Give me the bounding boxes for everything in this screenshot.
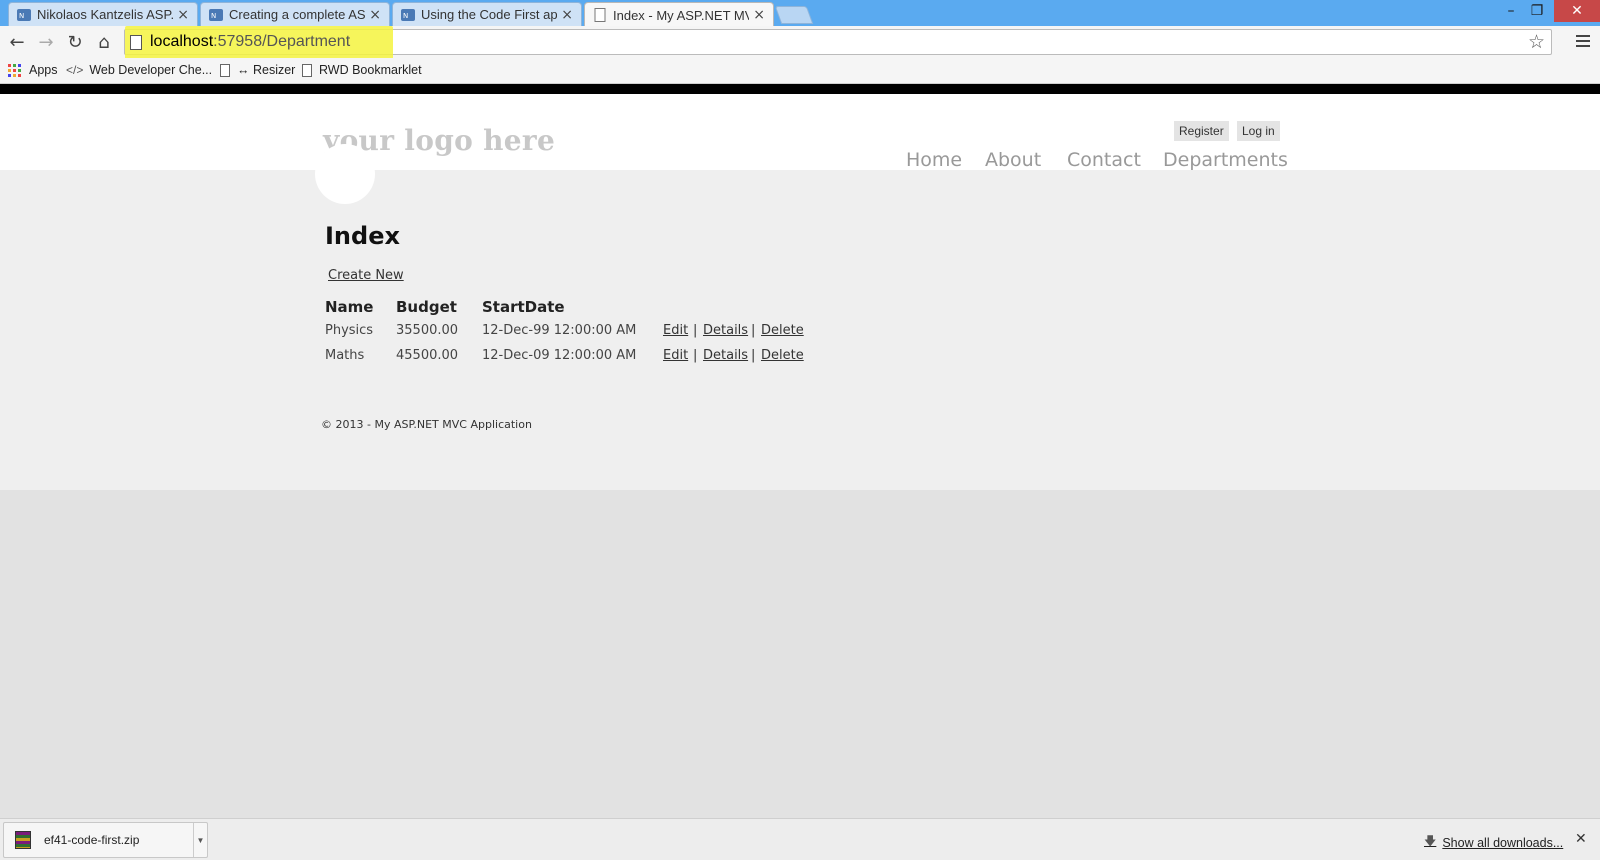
delete-link[interactable]: Delete	[761, 348, 804, 363]
column-header-startdate: StartDate	[482, 298, 565, 316]
bookmark-label: Web Developer Che...	[89, 63, 213, 77]
browser-titlebar: N Nikolaos Kantzelis ASP.Ne × N Creating…	[0, 0, 1600, 27]
bookmark-label: RWD Bookmarklet	[319, 63, 422, 77]
bookmark-label: ↔ Resizer	[237, 63, 296, 77]
forward-arrow-icon[interactable]: →	[34, 30, 58, 54]
tab-close-icon[interactable]: ×	[753, 7, 765, 23]
download-bar: ef41-code-first.zip ▼ 🡇 Show all downloa…	[0, 818, 1600, 860]
aspnet-favicon-icon: N	[401, 8, 415, 21]
svg-text:N: N	[403, 12, 408, 20]
page-top-stripe	[0, 84, 1600, 94]
cell-name: Maths	[325, 348, 365, 363]
tab-label: Using the Code First appro	[421, 7, 558, 22]
nav-about[interactable]: About	[985, 149, 1041, 171]
tab-close-icon[interactable]: ×	[177, 7, 189, 23]
bookmarks-bar: Apps </> Web Developer Che... ↔ Resizer …	[0, 58, 1600, 84]
create-new-link[interactable]: Create New	[328, 268, 404, 283]
tab-label: Creating a complete ASP.N	[229, 7, 366, 22]
edit-link[interactable]: Edit	[663, 323, 688, 338]
separator: |	[693, 323, 698, 338]
page-icon	[302, 63, 312, 77]
nav-home[interactable]: Home	[906, 149, 962, 171]
bookmark-apps[interactable]: Apps	[8, 63, 58, 77]
separator: |	[693, 348, 698, 363]
nav-departments[interactable]: Departments	[1163, 149, 1288, 171]
register-link[interactable]: Register	[1174, 121, 1229, 141]
page-title: Index	[325, 222, 400, 250]
cell-startdate: 12-Dec-99 12:00:00 AM	[482, 323, 637, 338]
address-text: localhost:57958/Department	[150, 33, 350, 51]
download-filename: ef41-code-first.zip	[44, 833, 140, 847]
web-page: your logo here Register Log in Home Abou…	[0, 84, 1600, 818]
bookmark-rwd[interactable]: RWD Bookmarklet	[302, 63, 422, 77]
login-link[interactable]: Log in	[1237, 121, 1280, 141]
bookmark-web-developer[interactable]: </> Web Developer Che...	[66, 63, 212, 77]
reload-icon[interactable]: ↻	[63, 30, 87, 54]
code-icon: </>	[66, 63, 84, 77]
address-bar[interactable]: localhost:57958/Department ☆	[124, 26, 1552, 62]
details-link[interactable]: Details	[703, 323, 748, 338]
tab-index-active[interactable]: Index - My ASP.NET MVC ×	[584, 2, 774, 27]
details-link[interactable]: Details	[703, 348, 748, 363]
tab-code-first[interactable]: N Using the Code First appro ×	[392, 2, 582, 26]
tab-close-icon[interactable]: ×	[369, 7, 381, 23]
tab-creating-complete[interactable]: N Creating a complete ASP.N ×	[200, 2, 390, 26]
chevron-down-icon[interactable]: ▼	[193, 823, 207, 857]
browser-toolbar: ← → ↻ ⌂ localhost:57958/Department ☆	[0, 26, 1600, 62]
home-icon[interactable]: ⌂	[92, 30, 116, 54]
aspnet-favicon-icon: N	[209, 8, 223, 21]
cell-name: Physics	[325, 323, 374, 338]
column-header-name: Name	[325, 298, 374, 316]
address-host: localhost	[150, 33, 214, 50]
show-all-downloads-label: Show all downloads...	[1442, 835, 1564, 850]
svg-text:N: N	[211, 12, 216, 20]
separator: |	[751, 323, 756, 338]
nav-contact[interactable]: Contact	[1067, 149, 1141, 171]
tab-close-icon[interactable]: ×	[561, 7, 573, 23]
close-download-bar-icon[interactable]: ✕	[1575, 830, 1587, 847]
site-header: your logo here Register Log in Home Abou…	[0, 94, 1600, 171]
cell-budget: 45500.00	[396, 348, 459, 363]
browser-menu-icon[interactable]	[1572, 30, 1594, 52]
cell-startdate: 12-Dec-09 12:00:00 AM	[482, 348, 637, 363]
show-all-downloads-link[interactable]: 🡇 Show all downloads...	[1424, 832, 1563, 853]
back-arrow-icon[interactable]: ←	[5, 30, 29, 54]
address-path: :57958/Department	[213, 33, 351, 50]
aspnet-favicon-icon: N	[17, 8, 31, 21]
page-info-icon[interactable]	[130, 35, 142, 50]
tab-nikolaos[interactable]: N Nikolaos Kantzelis ASP.Ne ×	[8, 2, 198, 26]
logo-circle	[315, 144, 375, 204]
delete-link[interactable]: Delete	[761, 323, 804, 338]
bookmark-star-icon[interactable]: ☆	[1528, 31, 1545, 53]
svg-text:N: N	[19, 12, 24, 20]
bookmark-label: Apps	[29, 63, 58, 77]
tab-label: Index - My ASP.NET MVC	[613, 7, 750, 23]
apps-grid-icon	[8, 63, 21, 77]
new-tab-button[interactable]	[774, 6, 814, 24]
column-header-budget: Budget	[396, 298, 457, 316]
zip-archive-icon	[15, 831, 31, 849]
restore-icon[interactable]: ❐	[1524, 0, 1550, 22]
main-content: Index Create New Name Budget StartDate P…	[0, 144, 1600, 490]
edit-link[interactable]: Edit	[663, 348, 688, 363]
tab-label: Nikolaos Kantzelis ASP.Ne	[37, 7, 173, 22]
bookmark-resizer[interactable]: ↔ Resizer	[220, 63, 295, 77]
minimize-icon[interactable]: –	[1498, 0, 1524, 22]
site-footer: © 2013 - My ASP.NET MVC Application	[321, 418, 532, 431]
separator: |	[751, 348, 756, 363]
close-window-icon[interactable]: ✕	[1554, 0, 1600, 22]
cell-budget: 35500.00	[396, 323, 459, 338]
page-icon	[220, 63, 230, 77]
download-item[interactable]: ef41-code-first.zip ▼	[3, 822, 208, 858]
page-favicon-icon	[594, 8, 606, 22]
download-arrow-icon: 🡇	[1424, 834, 1437, 848]
